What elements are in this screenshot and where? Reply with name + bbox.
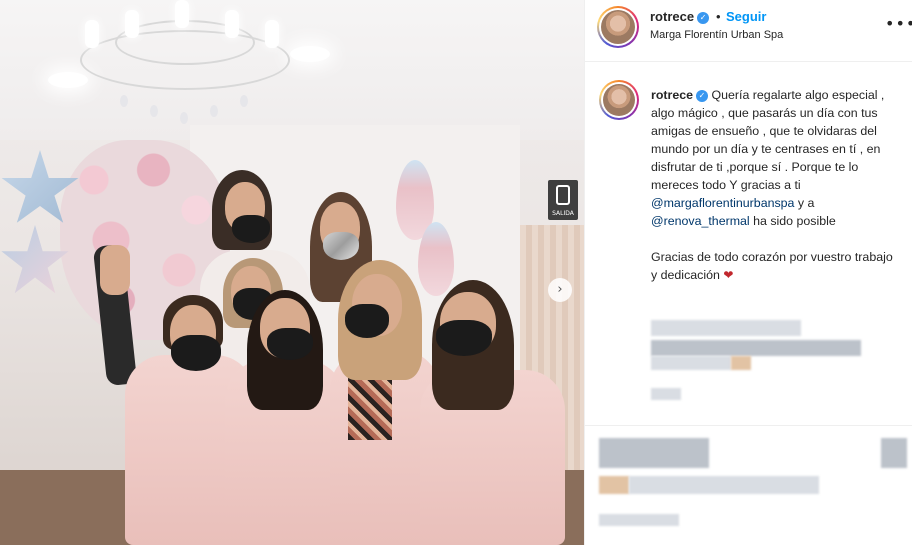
post-caption: rotrece ✓ Quería regalarte algo especial … <box>651 86 901 284</box>
more-options-icon[interactable]: ••• <box>885 14 912 33</box>
mention-link[interactable]: @renova_thermal <box>651 214 750 228</box>
redacted-block <box>651 340 861 356</box>
verified-badge-icon: ✓ <box>697 11 710 24</box>
caption-text: ha sido posible <box>749 214 836 228</box>
redacted-block <box>881 438 907 468</box>
location-link[interactable]: Marga Florentín Urban Spa <box>650 29 783 41</box>
post-sidebar: rotrece ✓ • Seguir Marga Florentín Urban … <box>584 0 912 545</box>
heart-emoji-icon: ❤ <box>723 268 734 282</box>
post-header: rotrece ✓ • Seguir Marga Florentín Urban … <box>585 0 912 62</box>
caption-text: Quería regalarte algo especial , algo má… <box>651 88 885 192</box>
divider <box>585 425 912 426</box>
post-photo[interactable]: SALIDA › <box>0 0 584 545</box>
redacted-block <box>599 476 629 494</box>
redacted-block <box>629 476 819 494</box>
exit-sign: SALIDA <box>548 180 578 220</box>
follow-button[interactable]: Seguir <box>726 9 766 24</box>
separator-dot: • <box>716 9 721 24</box>
redacted-block <box>599 514 679 526</box>
redacted-block <box>731 356 751 370</box>
redacted-block <box>651 388 681 400</box>
hand <box>100 245 130 295</box>
person <box>225 290 345 545</box>
chandelier <box>70 0 300 130</box>
chevron-right-icon: › <box>557 282 563 297</box>
caption-avatar[interactable] <box>599 80 639 120</box>
avatar[interactable] <box>597 6 639 48</box>
redacted-block <box>651 356 731 370</box>
post-username[interactable]: rotrece <box>650 9 694 24</box>
caption-text: Gracias de todo corazón por vuestro trab… <box>651 250 893 282</box>
carousel-next-button[interactable]: › <box>548 278 572 302</box>
post-username-row[interactable]: rotrece ✓ <box>650 9 710 24</box>
redacted-block <box>599 438 709 468</box>
exit-sign-text: SALIDA <box>552 210 574 217</box>
mention-link[interactable]: @margaflorentinurbanspa <box>651 196 794 210</box>
verified-badge-icon: ✓ <box>696 89 709 102</box>
person <box>420 280 570 545</box>
caption-username[interactable]: rotrece <box>651 88 693 102</box>
caption-text: y a <box>794 196 815 210</box>
redacted-block <box>651 320 801 336</box>
